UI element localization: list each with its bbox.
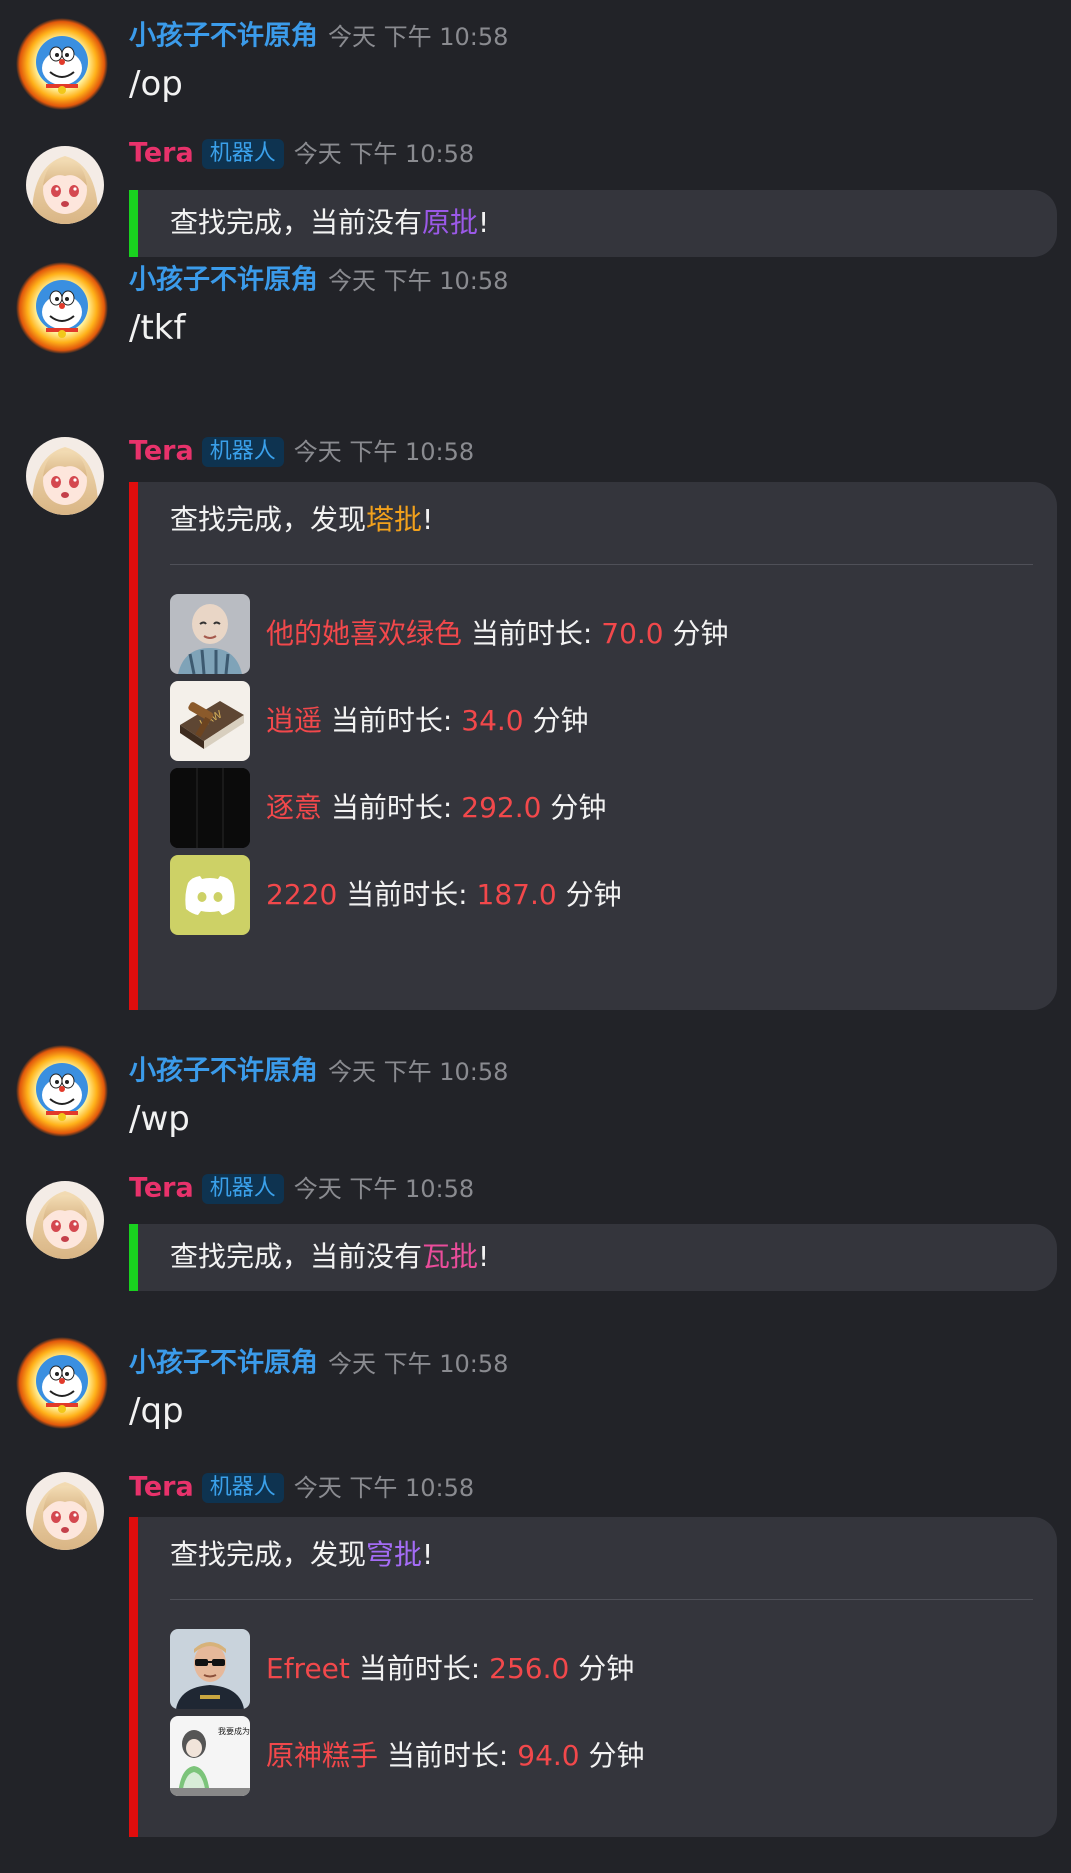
svg-text:我要成为原神高手: 我要成为原神高手 — [218, 1726, 250, 1736]
bot-tag: 机器人 — [201, 1173, 284, 1204]
user-name[interactable]: 原神糕手 — [266, 1739, 378, 1772]
duration-value: 256.0 — [489, 1652, 570, 1685]
user-name[interactable]: 他的她喜欢绿色 — [266, 617, 462, 650]
doraemon-fire-icon — [16, 1045, 108, 1137]
duration-label: 当前时长: — [386, 1739, 509, 1772]
command-text: /wp — [129, 1099, 190, 1139]
doraemon-fire-icon — [16, 262, 108, 354]
user-avatar[interactable] — [16, 262, 108, 354]
embed-card: 查找完成，当前没有瓦批! — [129, 1224, 1057, 1291]
duration-value: 187.0 — [476, 878, 557, 911]
author-name[interactable]: 小孩子不许原角 — [129, 1056, 318, 1087]
message-user: 小孩子不许原角 今天 下午 10:58 /qp — [0, 1327, 1071, 1447]
user-name[interactable]: 逐意 — [266, 791, 322, 824]
message-bot: Tera 机器人 今天 下午 10:58 查找完成，发现塔批! 他的她喜欢绿色 当前… — [0, 436, 1071, 1016]
timestamp: 今天 下午 10:58 — [328, 1057, 509, 1086]
command-text: /tkf — [129, 308, 186, 348]
author-name[interactable]: Tera — [129, 1173, 194, 1204]
message-bot: Tera 机器人 今天 下午 10:58 查找完成，当前没有瓦批! — [0, 1173, 1071, 1315]
duration-label: 当前时长: — [346, 878, 468, 911]
discord-logo-icon — [170, 855, 250, 935]
message-user: 小孩子不许原角 今天 下午 10:58 /wp — [0, 1035, 1071, 1155]
author-name[interactable]: 小孩子不许原角 — [129, 21, 318, 52]
message-bot: Tera 机器人 今天 下午 10:58 查找完成，发现穹批! Efreet 当前时… — [0, 1470, 1071, 1870]
user-thumbnail[interactable] — [170, 855, 250, 935]
author-name[interactable]: Tera — [129, 1472, 194, 1503]
highlight-word: 瓦批 — [422, 1240, 479, 1273]
bot-tag: 机器人 — [201, 1472, 284, 1503]
user-name[interactable]: 逍遥 — [266, 704, 322, 737]
user-thumbnail[interactable]: 我要成为原神高手 — [170, 1716, 250, 1796]
timestamp: 今天 下午 10:58 — [293, 1174, 475, 1203]
embed-text: 查找完成，发现塔批! — [170, 503, 434, 536]
bot-avatar[interactable] — [26, 437, 104, 515]
user-avatar[interactable] — [16, 18, 108, 110]
doraemon-fire-icon — [16, 18, 108, 110]
highlight-word: 原批 — [422, 206, 479, 239]
author-name[interactable]: 小孩子不许原角 — [129, 265, 318, 296]
user-name[interactable]: Efreet — [266, 1652, 350, 1685]
cartoon-man-icon — [170, 594, 250, 674]
embed-text: 查找完成，发现穹批! — [170, 1538, 434, 1571]
highlight-word: 穹批 — [366, 1538, 423, 1571]
duration-unit: 分钟 — [532, 704, 589, 737]
command-text: /op — [129, 64, 183, 104]
duration-unit: 分钟 — [588, 1739, 645, 1772]
command-text: /qp — [129, 1391, 184, 1431]
user-avatar[interactable] — [16, 1045, 108, 1137]
timestamp: 今天 下午 10:58 — [293, 139, 475, 168]
highlight-word: 塔批 — [366, 503, 423, 536]
author-name[interactable]: 小孩子不许原角 — [129, 1348, 318, 1379]
divider — [170, 1599, 1033, 1600]
duration-label: 当前时长: — [470, 617, 593, 650]
dark-image-icon — [170, 768, 250, 848]
bot-tag: 机器人 — [201, 138, 284, 169]
bot-avatar[interactable] — [26, 1181, 104, 1259]
duration-value: 34.0 — [461, 704, 524, 737]
timestamp: 今天 下午 10:58 — [328, 22, 509, 51]
bot-avatar[interactable] — [26, 146, 104, 224]
duration-unit: 分钟 — [578, 1652, 635, 1685]
duration-value: 70.0 — [601, 617, 664, 650]
timestamp: 今天 下午 10:58 — [328, 1349, 509, 1378]
duration-value: 94.0 — [517, 1739, 580, 1772]
duration-unit: 分钟 — [550, 791, 607, 824]
user-avatar[interactable] — [16, 1337, 108, 1429]
embed-card: 查找完成，发现塔批! 他的她喜欢绿色 当前时长: 70.0 分钟 逍遥 当前时长… — [129, 482, 1057, 1010]
bot-avatar[interactable] — [26, 1472, 104, 1550]
divider — [170, 564, 1033, 565]
bot-tag: 机器人 — [201, 436, 284, 467]
message-user: 小孩子不许原角 今天 下午 10:58 /op — [0, 0, 1071, 120]
user-thumbnail[interactable] — [170, 768, 250, 848]
law-book-gavel-icon: LAW — [170, 681, 250, 761]
duration-unit: 分钟 — [672, 617, 729, 650]
embed-card: 查找完成，发现穹批! Efreet 当前时长: 256.0 分钟 我要成为 原神… — [129, 1517, 1057, 1837]
timestamp: 今天 下午 10:58 — [328, 266, 509, 295]
message-user: 小孩子不许原角 今天 下午 10:58 /tkf — [0, 244, 1071, 364]
timestamp: 今天 下午 10:58 — [293, 437, 475, 466]
author-name[interactable]: Tera — [129, 436, 194, 467]
duration-label: 当前时长: — [330, 704, 453, 737]
anime-girl-icon — [26, 437, 104, 515]
author-name[interactable]: Tera — [129, 138, 194, 169]
anime-girl-icon — [26, 1472, 104, 1550]
duration-label: 当前时长: — [330, 791, 453, 824]
man-sunglasses-icon — [170, 1629, 250, 1709]
embed-text: 查找完成，当前没有原批! — [170, 206, 490, 239]
meme-sticker-icon: 我要成为原神高手 — [170, 1716, 250, 1796]
duration-unit: 分钟 — [565, 878, 622, 911]
user-thumbnail[interactable]: LAW — [170, 681, 250, 761]
doraemon-fire-icon — [16, 1337, 108, 1429]
duration-label: 当前时长: — [358, 1652, 481, 1685]
anime-girl-icon — [26, 146, 104, 224]
anime-girl-icon — [26, 1181, 104, 1259]
user-name[interactable]: 2220 — [266, 878, 337, 911]
embed-text: 查找完成，当前没有瓦批! — [170, 1240, 490, 1273]
user-thumbnail[interactable] — [170, 1629, 250, 1709]
duration-value: 292.0 — [461, 791, 542, 824]
timestamp: 今天 下午 10:58 — [293, 1473, 475, 1502]
user-thumbnail[interactable] — [170, 594, 250, 674]
